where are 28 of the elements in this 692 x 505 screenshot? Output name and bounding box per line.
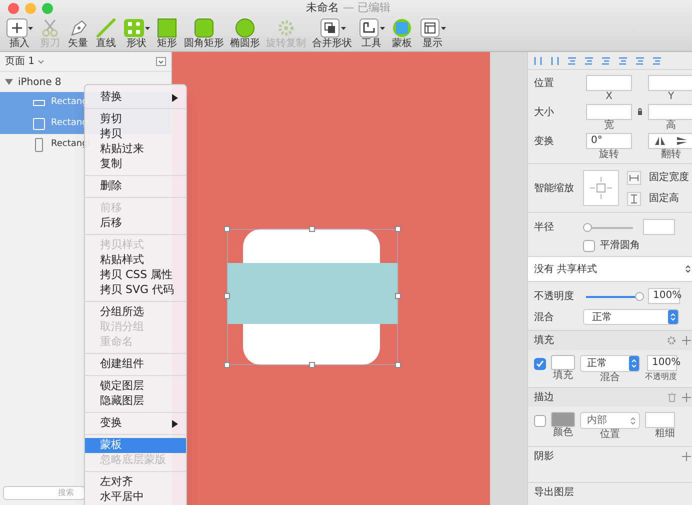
checkbox-label: 平滑圆角 xyxy=(600,239,640,253)
field-caption: 不透明度 xyxy=(645,371,677,382)
field-caption: 混合 xyxy=(600,372,620,383)
field-label: 半径 xyxy=(534,220,555,234)
section-title: 阴影 xyxy=(534,450,554,464)
field-caption: 高 xyxy=(666,120,676,131)
field-caption: Y xyxy=(668,91,674,102)
field-label: 混合 xyxy=(534,310,555,324)
edited-status: — 已编辑 xyxy=(343,0,390,16)
field-caption: 宽 xyxy=(604,120,614,131)
field-label: 智能缩放 xyxy=(534,182,575,196)
field-caption: 粗细 xyxy=(655,428,675,439)
field-label: 位置 xyxy=(534,76,555,91)
resizing-option: 固定宽度 xyxy=(649,170,689,185)
field-label: 变换 xyxy=(534,134,555,149)
field-caption: X xyxy=(606,91,612,102)
field-label: 大小 xyxy=(534,106,555,120)
field-caption: 颜色 xyxy=(553,427,573,438)
window-title: 未命名 xyxy=(306,0,339,16)
section-title: 描边 xyxy=(534,390,554,405)
resizing-option: 固定高 xyxy=(649,191,679,206)
section-title: 填充 xyxy=(534,334,554,348)
section-title: 导出图层 xyxy=(534,486,574,500)
field-caption: 位置 xyxy=(600,429,620,440)
field-label: 不透明度 xyxy=(534,290,575,304)
field-caption: 旋转 xyxy=(599,149,619,160)
field-caption: 填充 xyxy=(553,370,573,381)
field-caption: 翻转 xyxy=(661,149,681,160)
